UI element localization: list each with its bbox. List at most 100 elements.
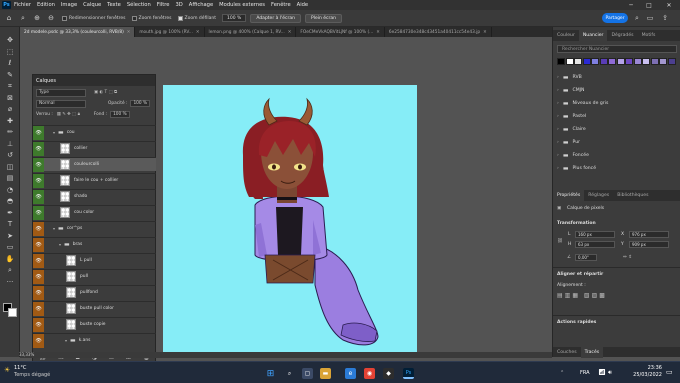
fill-screen-button[interactable]: Plein écran bbox=[305, 13, 342, 23]
background-color-swatch[interactable] bbox=[8, 308, 17, 317]
panel-tab[interactable]: Réglages bbox=[584, 190, 613, 201]
panel-tab[interactable]: Motifs bbox=[638, 30, 660, 41]
shape-tool-icon[interactable]: ▭ bbox=[4, 242, 16, 252]
lock-icons[interactable]: ▦ ✎ ✥ ⬚ 🔒︎ bbox=[57, 112, 80, 117]
document-canvas[interactable] bbox=[163, 85, 417, 355]
color-swatch[interactable] bbox=[608, 58, 616, 65]
close-tab-icon[interactable]: ✕ bbox=[288, 30, 292, 35]
resize-windows-checkbox[interactable]: Redimensionner fenêtres bbox=[62, 15, 126, 21]
zoom-in-icon[interactable]: ⊕ bbox=[32, 13, 42, 23]
layer-row[interactable]: 👁︎ shado bbox=[33, 189, 156, 204]
layer-group-row[interactable]: 👁︎ ▾ ▬ cou bbox=[33, 125, 156, 140]
menu-item[interactable]: Fichier bbox=[14, 2, 31, 8]
pen-tool-icon[interactable]: ✒ bbox=[4, 208, 16, 218]
visibility-eye-icon[interactable]: 👁︎ bbox=[33, 173, 44, 188]
eraser-icon[interactable]: ◫ bbox=[4, 162, 16, 172]
panel-tab[interactable]: Couches bbox=[553, 347, 581, 358]
visibility-eye-icon[interactable]: 👁︎ bbox=[33, 125, 44, 140]
layer-row[interactable]: 👁︎ cou color bbox=[33, 205, 156, 220]
menu-item[interactable]: Sélection bbox=[127, 2, 151, 8]
visibility-eye-icon[interactable]: 👁︎ bbox=[33, 141, 44, 156]
menu-item[interactable]: Texte bbox=[107, 2, 121, 8]
color-swatch[interactable] bbox=[591, 58, 599, 65]
marquee-tool-icon[interactable]: ⬚ bbox=[4, 47, 16, 57]
document-tab[interactable]: lemon.png @ 400% (Calque 1, RV... ✕ bbox=[205, 27, 297, 37]
fit-screen-button[interactable]: Adapter à l'écran bbox=[250, 13, 301, 23]
layer-row[interactable]: 👁︎ faire le cou + collier bbox=[33, 173, 156, 188]
close-icon[interactable]: ✕ bbox=[662, 0, 676, 10]
angle-field[interactable]: 0,00° bbox=[575, 254, 597, 261]
panel-tab[interactable]: Dégradés bbox=[607, 30, 637, 41]
expand-arrow-icon[interactable]: ▾ bbox=[53, 226, 55, 231]
document-tab[interactable]: 6e2584730e348c43451a40411cc54e43.jp ✕ bbox=[385, 27, 492, 37]
chevron-right-icon[interactable]: › bbox=[557, 153, 559, 158]
workspace-icon[interactable]: ▭ bbox=[645, 13, 655, 23]
layer-group-row[interactable]: 👁︎ ▾ ▬ bras bbox=[33, 237, 156, 252]
quick-select-icon[interactable]: ✎ bbox=[4, 70, 16, 80]
photoshop-taskbar-icon[interactable]: Ps bbox=[403, 368, 414, 379]
visibility-eye-icon[interactable]: 👁︎ bbox=[33, 237, 44, 252]
color-swatch[interactable] bbox=[667, 58, 676, 65]
share-arrow-icon[interactable]: ⇪ bbox=[660, 13, 670, 23]
menu-item[interactable]: Edition bbox=[37, 2, 55, 8]
panel-tab[interactable]: Couleur bbox=[553, 30, 579, 41]
zoom-tool-icon[interactable]: ⌕ bbox=[4, 265, 16, 275]
swatch-group[interactable]: › ▬ Claire bbox=[557, 124, 677, 134]
close-tab-icon[interactable]: ✕ bbox=[196, 30, 200, 35]
menu-item[interactable]: Filtre bbox=[157, 2, 170, 8]
language-indicator[interactable]: FRA bbox=[580, 370, 590, 376]
swatch-group[interactable]: › ▬ CMJN bbox=[557, 85, 677, 95]
visibility-eye-icon[interactable]: 👁︎ bbox=[33, 189, 44, 204]
color-swatch[interactable] bbox=[650, 58, 659, 65]
layer-row[interactable]: 👁︎ buste copie bbox=[33, 317, 156, 332]
eyedropper-icon[interactable]: ⌀ bbox=[4, 104, 16, 114]
color-swatch[interactable] bbox=[642, 58, 650, 65]
chevron-right-icon[interactable]: › bbox=[557, 75, 559, 80]
clock-date[interactable]: 25/03/2022 bbox=[627, 372, 662, 378]
notification-icon[interactable]: ▭ bbox=[666, 368, 673, 376]
layer-row[interactable]: 👁︎ couleurcolli bbox=[33, 157, 156, 172]
document-tab[interactable]: 2d modele.psdc @ 33,3% (couleurcolli, RV… bbox=[20, 27, 136, 37]
blur-tool-icon[interactable]: ◔ bbox=[4, 185, 16, 195]
chevron-right-icon[interactable]: › bbox=[557, 114, 559, 119]
history-brush-icon[interactable]: ↺ bbox=[4, 150, 16, 160]
expand-arrow-icon[interactable]: ▾ bbox=[59, 242, 61, 247]
blend-mode-select[interactable]: Normal bbox=[36, 99, 86, 108]
height-field[interactable]: 63 px bbox=[575, 241, 615, 248]
expand-arrow-icon[interactable]: ▾ bbox=[53, 130, 55, 135]
close-tab-icon[interactable]: ✕ bbox=[483, 30, 487, 35]
swatch-group[interactable]: › ▬ Foncée bbox=[557, 150, 677, 160]
color-swatch[interactable] bbox=[565, 58, 574, 65]
color-swatch[interactable] bbox=[659, 58, 667, 65]
chevron-right-icon[interactable]: › bbox=[557, 88, 559, 93]
zoom-tool-icon[interactable]: ⌕ bbox=[18, 13, 28, 23]
volume-icon[interactable]: 🔊︎ bbox=[608, 369, 612, 377]
x-field[interactable]: 976 px bbox=[629, 231, 669, 238]
color-swatch[interactable] bbox=[633, 58, 642, 65]
file-explorer-icon[interactable]: ▬ bbox=[320, 368, 331, 379]
flip-icons[interactable]: ⇔ ⇕ bbox=[623, 255, 632, 260]
layer-group-row[interactable]: 👁︎ ▾ ▬ cor^ps bbox=[33, 221, 156, 236]
zoom-level-field[interactable]: 100 % bbox=[222, 14, 247, 22]
visibility-eye-icon[interactable]: 👁︎ bbox=[33, 253, 44, 268]
menu-item[interactable]: Fenêtre bbox=[271, 2, 291, 8]
chevron-right-icon[interactable]: › bbox=[557, 101, 559, 106]
visibility-eye-icon[interactable]: 👁︎ bbox=[33, 333, 44, 348]
visibility-eye-icon[interactable]: 👁︎ bbox=[33, 269, 44, 284]
share-button[interactable]: Partager bbox=[602, 13, 628, 23]
edge-icon[interactable]: e bbox=[345, 368, 356, 379]
chrome-icon[interactable]: ◉ bbox=[364, 368, 375, 379]
swatch-group[interactable]: › ▬ Niveaux de gris bbox=[557, 98, 677, 108]
minimize-icon[interactable]: ─ bbox=[624, 0, 638, 10]
scrubby-zoom-checkbox[interactable]: Zoom défilant bbox=[177, 15, 216, 21]
chevron-right-icon[interactable]: › bbox=[557, 127, 559, 132]
stamp-tool-icon[interactable]: ⊥ bbox=[4, 139, 16, 149]
color-swatch[interactable] bbox=[625, 58, 633, 65]
align-icons[interactable]: ▤▥▦ ▧▨▩ bbox=[557, 292, 607, 299]
close-tab-icon[interactable]: ✕ bbox=[376, 30, 380, 35]
brush-tool-icon[interactable]: ✏ bbox=[4, 127, 16, 137]
taskbar-search-icon[interactable]: ⌕ bbox=[284, 368, 295, 379]
visibility-eye-icon[interactable]: 👁︎ bbox=[33, 221, 44, 236]
visibility-eye-icon[interactable]: 👁︎ bbox=[33, 301, 44, 316]
swatch-group[interactable]: › ▬ RVB bbox=[557, 72, 677, 82]
